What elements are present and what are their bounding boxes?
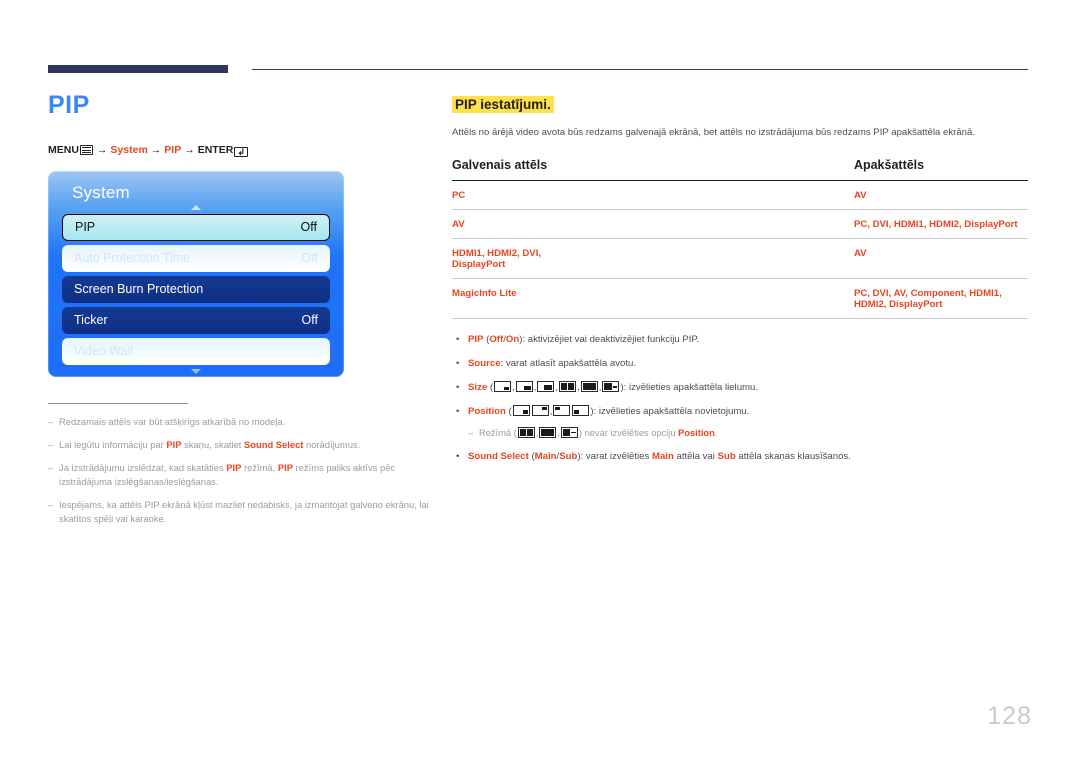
bullet-dot-icon: • [456,450,460,462]
pip-pos-top-left-icon [553,404,571,416]
table-cell-sub: AV [563,238,1028,280]
bullet-text: PIP (Off/On): aktivizējiet vai deaktiviz… [468,334,700,346]
header-rule-thin [252,69,1028,70]
intro-paragraph: Attēls no ārējā video avota būs redzams … [452,127,975,138]
page-number: 128 [987,702,1032,730]
left-column: PIP MENU → System → PIP → ENTER ↲ System PIP Of… [48,91,440,535]
footnote-dash: – [48,498,54,510]
pip-size-medium-icon [515,381,533,393]
osd-row-video-wall[interactable]: Video Wall [62,337,330,365]
osd-menu-panel: System PIP Off Auto Protection Time Off … [48,170,344,378]
footnote-text: Ja izstrādājumu izslēdzat, kad skatāties… [59,461,396,487]
osd-row-label: PIP [75,220,96,234]
bullet-dot-icon: • [456,405,460,417]
pip-split-half-icon [559,381,577,393]
table-cell-main: MagicInfo Lite [452,278,564,320]
osd-row-label: Screen Burn Protection [74,282,204,296]
osd-row-pip[interactable]: PIP Off [62,213,330,241]
settings-bullet-list: • PIP (Off/On): aktivizējiet vai deaktiv… [452,333,1028,464]
page-title: PIP [48,91,90,119]
footnote-text: Redzamais attēls var būt atšķirīgs atkar… [59,415,286,427]
table-header-main: Galvenais attēls [452,158,564,182]
footnote-text: Lai iegūtu informāciju par PIP skaņu, sk… [59,438,361,450]
osd-row-value: Off [301,251,318,265]
osd-row-label: Auto Protection Time [74,251,191,265]
bullet-sound-select: • Sound Select (Main/Sub): varat izvēlēt… [452,450,1028,465]
footnote-text: Iespējams, ka attēls PIP ekrānā kļūst ma… [59,498,429,525]
table-cell-sub: AV [563,180,1028,211]
footnote-item: – Ja izstrādājumu izslēdzat, kad skatāti… [48,461,440,489]
pip-split-equal-icon [539,426,557,438]
bullet-text: Size (,,,,,): izvēlieties apakšattēla li… [468,381,759,394]
table-cell-main: HDMI1, HDMI2, DVI, DisplayPort [452,238,564,280]
pip-pos-top-right-icon [531,404,549,416]
subnote-dash: – [468,427,474,438]
menu-label: MENU [48,143,79,156]
header-rules [48,65,1028,77]
table-cell-main: AV [452,209,564,240]
enter-key-icon: ↲ [234,146,249,157]
osd-row-screen-burn-protection[interactable]: Screen Burn Protection [62,275,330,303]
down-caret-icon[interactable] [62,368,330,378]
table-cell-sub: PC, DVI, AV, Component, HDMI1, HDMI2, Di… [563,278,1028,320]
pip-split-half-icon [517,426,535,438]
up-caret-icon[interactable] [62,204,330,214]
bullet-dot-icon: • [456,358,460,370]
osd-row-ticker[interactable]: Ticker Off [62,306,330,334]
table-header-row: Galvenais attēls Apakšattēls [452,158,1028,182]
osd-row-label: Video Wall [74,344,134,358]
bullet-dot-icon: • [456,382,460,394]
footnote-dash: – [48,438,54,450]
bullet-text: Sound Select (Main/Sub): varat izvēlētie… [468,450,851,462]
footnote-item: – Lai iegūtu informāciju par PIP skaņu, … [48,438,440,452]
table-row: MagicInfo Lite PC, DVI, AV, Component, H… [452,278,1028,320]
path-step-pip: PIP [164,143,182,156]
pip-split-equal-icon [580,381,598,393]
bullet-size: • Size (,,,,,): izvēlieties apakšattēla … [452,381,1028,396]
footnotes-divider [48,402,188,404]
path-step-system: System [110,143,148,156]
osd-row-value: Off [300,220,317,234]
pip-size-small-icon [494,381,512,393]
menu-navigation-path: MENU → System → PIP → ENTER ↲ [48,144,438,157]
pip-pos-bottom-right-icon [512,404,530,416]
pip-size-large-icon [537,381,555,393]
header-rule-thick [48,65,228,73]
bullet-text: Source: varat atlasīt apakšattēla avotu. [468,358,636,370]
pip-source-table: Galvenais attēls Apakšattēls PC AV AV PC… [452,158,1028,320]
bullet-text: Position (,): izvēlieties apakšattēla no… [468,404,750,417]
bullet-pip: • PIP (Off/On): aktivizējiet vai deaktiv… [452,333,1028,348]
table-row: AV PC, DVI, HDMI1, HDMI2, DisplayPort [452,209,1028,240]
pip-pos-bottom-left-icon [572,404,590,416]
section-heading: PIP iestatījumi. [452,96,554,113]
pip-split-wide-icon [560,426,578,438]
path-arrow-1: → [96,143,108,156]
footnote-dash: – [48,415,54,427]
footnote-dash: – [48,461,54,473]
footnote-item: – Iespējams, ka attēls PIP ekrānā kļūst … [48,498,440,526]
subnote-text: Režīmā (,,) nevar izvēlēties opciju Posi… [479,426,718,438]
bullet-dot-icon: • [456,334,460,346]
pip-split-wide-icon [602,381,620,393]
menu-lines-icon [79,144,93,155]
table-row: PC AV [452,180,1028,211]
enter-label: ENTER [197,143,234,156]
table-row: HDMI1, HDMI2, DVI, DisplayPort AV [452,238,1028,280]
osd-row-value: Off [301,313,318,327]
table-cell-main: PC [452,180,564,211]
osd-title: System [72,182,130,202]
path-arrow-2: → [150,143,162,156]
footnote-item: – Redzamais attēls var būt atšķirīgs atk… [48,415,440,429]
path-arrow-3: → [184,143,195,156]
table-header-sub: Apakšattēls [563,158,1028,182]
position-restriction-note: – Režīmā (,,) nevar izvēlēties opciju Po… [468,426,1028,441]
osd-row-auto-protection-time[interactable]: Auto Protection Time Off [62,244,330,272]
table-cell-sub: PC, DVI, HDMI1, HDMI2, DisplayPort [563,209,1028,240]
right-column: PIP iestatījumi. Attēls no ārējā video a… [452,96,1028,474]
footnotes: – Redzamais attēls var būt atšķirīgs atk… [48,402,440,527]
bullet-position: • Position (,): izvēlieties apakšattēla … [452,404,1028,420]
bullet-source: • Source: varat atlasīt apakšattēla avot… [452,357,1028,372]
osd-row-label: Ticker [74,313,108,327]
